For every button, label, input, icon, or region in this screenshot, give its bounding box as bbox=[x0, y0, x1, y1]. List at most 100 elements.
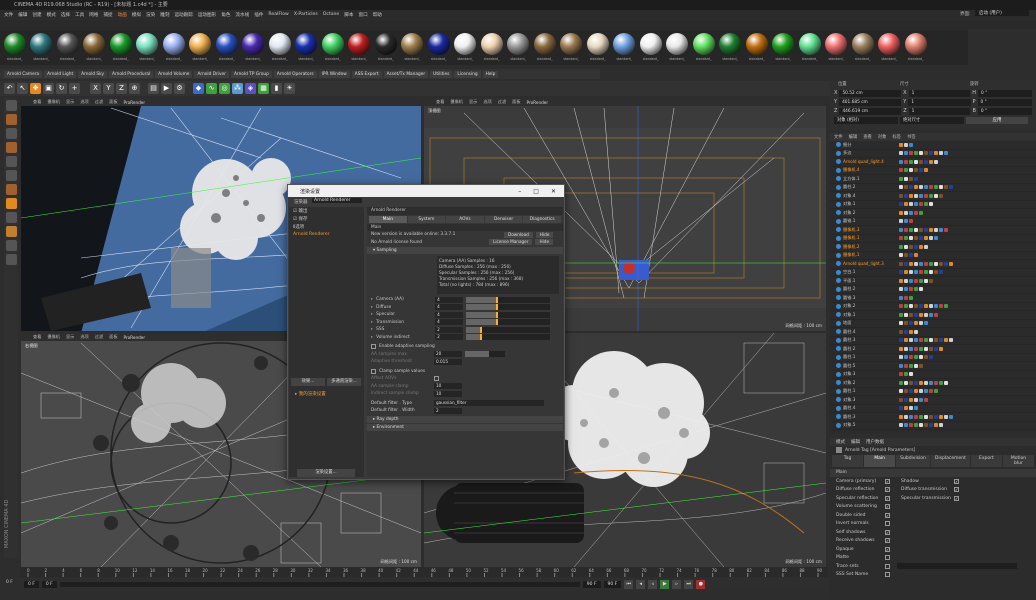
tag-icon[interactable] bbox=[899, 270, 903, 275]
tab-system[interactable]: System bbox=[407, 215, 446, 223]
tag-icon[interactable] bbox=[914, 380, 918, 385]
tag-icon[interactable] bbox=[899, 355, 903, 360]
attr-checkbox[interactable]: ✓ bbox=[885, 495, 890, 501]
object-row[interactable]: 摄像机.1 bbox=[830, 235, 1036, 243]
tag-icon[interactable] bbox=[899, 423, 903, 428]
objmgr-menu-item[interactable]: 书签 bbox=[907, 134, 916, 140]
attr-checkbox[interactable] bbox=[885, 572, 890, 578]
object-row[interactable]: 平面.1 bbox=[830, 277, 1036, 286]
tag-icon[interactable] bbox=[929, 346, 933, 351]
material-swatch[interactable]: standard_ bbox=[82, 31, 108, 64]
tag-icon[interactable] bbox=[909, 338, 913, 343]
tag-icon[interactable] bbox=[909, 253, 913, 258]
tag-icon[interactable] bbox=[904, 355, 908, 360]
tag-icon[interactable] bbox=[929, 312, 933, 317]
tag-icon[interactable] bbox=[919, 355, 923, 360]
tag-icon[interactable] bbox=[944, 151, 948, 156]
workplane-icon[interactable] bbox=[5, 142, 17, 153]
apply-button[interactable]: 应用 bbox=[966, 116, 1028, 124]
tab-denoiser[interactable]: Denoiser bbox=[484, 215, 523, 223]
objmgr-menu-item[interactable]: 查看 bbox=[863, 134, 872, 140]
hide-button[interactable]: Hide bbox=[535, 231, 554, 238]
tag-icon[interactable] bbox=[929, 380, 933, 385]
tag-icon[interactable] bbox=[929, 151, 933, 156]
tag-icon[interactable] bbox=[899, 159, 903, 164]
material-swatch[interactable]: standard_ bbox=[241, 31, 267, 64]
tag-icon[interactable] bbox=[899, 346, 903, 351]
material-swatch[interactable]: standard_ bbox=[665, 31, 691, 64]
settings-item-save[interactable]: ☑ 保存 bbox=[289, 215, 364, 223]
tag-icon[interactable] bbox=[904, 210, 908, 215]
adaptive-row[interactable]: Enable adaptive sampling bbox=[367, 343, 563, 351]
tag-icon[interactable] bbox=[914, 363, 918, 368]
menu-item[interactable]: 渲染 bbox=[146, 12, 155, 18]
position-field[interactable]: 401.685 cm bbox=[839, 98, 902, 106]
material-swatch[interactable]: standard_ bbox=[903, 31, 929, 64]
tag-icon[interactable] bbox=[934, 338, 938, 343]
render-setting-button[interactable]: 渲染设置... bbox=[297, 469, 355, 477]
attr-checkbox[interactable]: ✓ bbox=[885, 487, 890, 493]
tag-icon[interactable] bbox=[924, 159, 928, 164]
object-row[interactable]: 对象.2 bbox=[830, 379, 1036, 388]
hide-license-button[interactable]: Hide bbox=[535, 239, 554, 246]
tag-icon[interactable] bbox=[899, 287, 903, 292]
coordinate-system-icon[interactable]: ⊕ bbox=[129, 83, 140, 94]
plugin-button[interactable]: Utilities bbox=[430, 70, 453, 78]
tag-icon[interactable] bbox=[934, 312, 938, 317]
sample-value-field[interactable]: 4 bbox=[435, 304, 464, 311]
menu-item[interactable]: 雕刻 bbox=[160, 12, 169, 18]
play-icon[interactable]: ▶ bbox=[660, 579, 670, 589]
tag-icon[interactable] bbox=[914, 270, 918, 275]
plugin-button[interactable]: Arnold Light bbox=[44, 70, 77, 78]
tag-icon[interactable] bbox=[949, 414, 953, 419]
tag-icon[interactable] bbox=[919, 346, 923, 351]
axis-y-toggle[interactable]: Y bbox=[103, 83, 114, 94]
material-swatch[interactable]: standard_ bbox=[744, 31, 770, 64]
material-swatch[interactable]: standard_ bbox=[373, 31, 399, 64]
tag-icon[interactable] bbox=[934, 185, 938, 190]
object-row[interactable]: 摄像机.3 bbox=[830, 226, 1036, 235]
tag-icon[interactable] bbox=[924, 397, 928, 402]
sample-value-field[interactable]: 4 bbox=[435, 319, 464, 326]
tag-icon[interactable] bbox=[929, 414, 933, 419]
tag-icon[interactable] bbox=[899, 389, 903, 394]
tag-icon[interactable] bbox=[924, 304, 928, 309]
tag-icon[interactable] bbox=[924, 227, 928, 232]
tag-icon[interactable] bbox=[919, 185, 923, 190]
object-row[interactable]: 圆柱.2 bbox=[830, 286, 1036, 294]
tag-icon[interactable] bbox=[919, 397, 923, 402]
menu-item[interactable]: 编辑 bbox=[18, 12, 27, 18]
settings-item-output[interactable]: ☑ 输出 bbox=[289, 207, 364, 215]
plugin-button[interactable]: Arnold Procedural bbox=[109, 70, 154, 78]
tag-icon[interactable] bbox=[909, 295, 913, 300]
object-row[interactable]: Arnold quad_light.3 bbox=[830, 260, 1036, 269]
tag-icon[interactable] bbox=[914, 329, 918, 334]
coords-scale-select[interactable]: 绝对尺寸 bbox=[900, 116, 964, 124]
attr-checkbox[interactable]: ✓ bbox=[885, 538, 890, 544]
plugin-button[interactable]: ASS Export bbox=[351, 70, 382, 78]
tag-icon[interactable] bbox=[934, 193, 938, 198]
scene-icon[interactable]: ▦ bbox=[258, 83, 269, 94]
tag-icon[interactable] bbox=[924, 346, 928, 351]
menu-item[interactable]: 动画 bbox=[118, 12, 127, 18]
plugin-button[interactable]: Arnold Camera bbox=[4, 70, 43, 78]
tag-icon[interactable] bbox=[909, 193, 913, 198]
tag-icon[interactable] bbox=[914, 414, 918, 419]
tag-icon[interactable] bbox=[899, 193, 903, 198]
array-icon[interactable]: ⁂ bbox=[232, 83, 243, 94]
polygons-mode-icon[interactable] bbox=[5, 184, 17, 195]
attr-checkbox[interactable]: ✓ bbox=[885, 504, 890, 510]
tag-icon[interactable] bbox=[924, 278, 928, 283]
menu-item[interactable]: X-Particles bbox=[294, 12, 318, 17]
sample-slider[interactable] bbox=[466, 311, 551, 318]
edges-mode-icon[interactable] bbox=[5, 170, 17, 181]
tag-icon[interactable] bbox=[904, 227, 908, 232]
maximize-icon[interactable]: □ bbox=[533, 188, 539, 195]
tag-icon[interactable] bbox=[914, 346, 918, 351]
objmgr-menu-item[interactable]: 文件 bbox=[834, 134, 843, 140]
tag-icon[interactable] bbox=[939, 227, 943, 232]
tag-icon[interactable] bbox=[904, 185, 908, 190]
plugin-button[interactable]: Help bbox=[482, 70, 499, 78]
material-swatch[interactable]: standard_ bbox=[294, 31, 320, 64]
sample-slider[interactable] bbox=[466, 304, 551, 311]
